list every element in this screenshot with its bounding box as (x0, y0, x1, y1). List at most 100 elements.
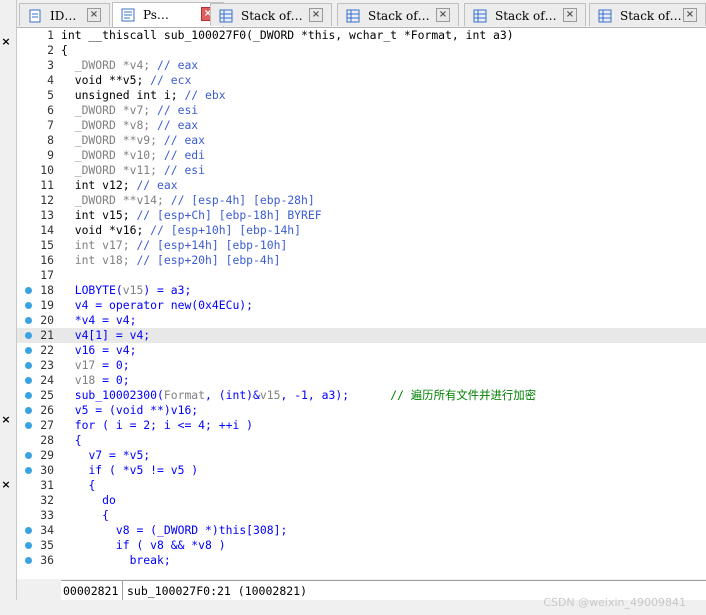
tab-close-icon[interactable]: × (87, 8, 101, 22)
line-number: 8 (47, 133, 54, 147)
code-line-36[interactable]: 36 break; (17, 553, 706, 568)
code-line-2[interactable]: 2{ (17, 43, 706, 58)
line-number: 22 (40, 343, 54, 357)
left-panel-close-icon-lower[interactable]: × (0, 479, 12, 491)
left-panel-close-icon[interactable]: × (0, 36, 12, 48)
code-text: v5 = (void **)v16; (74, 403, 199, 417)
code-text: _DWORD *v4; // eax (74, 58, 199, 72)
code-text: _DWORD *v8; // eax (74, 118, 199, 132)
code-line-5[interactable]: 5 unsigned int i; // ebx (17, 88, 706, 103)
tab-label: Stack of… (368, 9, 430, 23)
stack-icon (346, 8, 360, 23)
code-text: int v17; // [esp+14h] [ebp-10h] (74, 238, 288, 252)
code-text: { (74, 433, 82, 447)
code-line-14[interactable]: 14 void *v16; // [esp+10h] [ebp-14h] (17, 223, 706, 238)
code-line-16[interactable]: 16 int v18; // [esp+20h] [ebp-4h] (17, 253, 706, 268)
tab-close-icon[interactable]: × (563, 8, 577, 22)
code-line-8[interactable]: 8 _DWORD **v9; // eax (17, 133, 706, 148)
code-line-10[interactable]: 10 _DWORD *v11; // esi (17, 163, 706, 178)
line-number: 14 (40, 223, 54, 237)
status-separator (122, 581, 123, 601)
tab-4[interactable]: Stack of… × (337, 3, 459, 26)
line-number: 20 (40, 313, 54, 327)
code-text: v17 = 0; (74, 358, 130, 372)
tab-close-icon[interactable]: × (436, 8, 450, 22)
code-text: do (102, 493, 116, 507)
code-line-15[interactable]: 15 int v17; // [esp+14h] [ebp-10h] (17, 238, 706, 253)
code-line-12[interactable]: 12 _DWORD **v14; // [esp-4h] [ebp-28h] (17, 193, 706, 208)
line-number: 1 (47, 28, 54, 42)
code-line-9[interactable]: 9 _DWORD *v10; // edi (17, 148, 706, 163)
left-panel-close-icon-mid[interactable]: × (0, 414, 12, 426)
line-number: 11 (40, 178, 54, 192)
tab-3[interactable]: Stack of… × (210, 3, 332, 26)
line-number: 4 (47, 73, 54, 87)
code-line-24[interactable]: 24 v18 = 0; (17, 373, 706, 388)
stack-icon (219, 8, 233, 23)
code-line-1[interactable]: 1 int __thiscall sub_100027F0(_DWORD *thi… (17, 28, 706, 43)
code-line-27[interactable]: 27 for ( i = 2; i <= 4; ++i ) (17, 418, 706, 433)
line-number: 19 (40, 298, 54, 312)
code-line-32[interactable]: 32 do (17, 493, 706, 508)
line-number: 18 (40, 283, 54, 297)
code-text: v4 = operator new(0x4ECu); (74, 298, 254, 312)
line-number: 34 (40, 523, 54, 537)
stack-icon (598, 8, 612, 23)
tab-label: Ps… (143, 8, 169, 22)
code-text: void **v5; // ecx (74, 73, 192, 87)
code-line-26[interactable]: 26 v5 = (void **)v16; (17, 403, 706, 418)
tab-6[interactable]: Stack of… × (589, 3, 706, 26)
code-text: int __thiscall sub_100027F0(_DWORD *this… (61, 28, 514, 42)
code-text: sub_10002300(Format, (int)&v15, -1, a3);… (74, 388, 537, 402)
tab-label: Stack of… (620, 9, 682, 23)
line-number: 13 (40, 208, 54, 222)
line-number: 12 (40, 193, 54, 207)
line-number: 28 (40, 433, 54, 447)
line-number: 24 (40, 373, 54, 387)
code-line-3[interactable]: 3 _DWORD *v4; // eax (17, 58, 706, 73)
code-line-33[interactable]: 33 { (17, 508, 706, 523)
tab-1[interactable]: ID… × (19, 3, 110, 26)
line-number: 26 (40, 403, 54, 417)
code-line-25[interactable]: 25 sub_10002300(Format, (int)&v15, -1, a… (17, 388, 706, 403)
code-line-21[interactable]: 21 v4[1] = v4; (17, 328, 706, 343)
code-text: _DWORD **v9; // eax (74, 133, 206, 147)
code-line-22[interactable]: 22 v16 = v4; (17, 343, 706, 358)
code-line-6[interactable]: 6 _DWORD *v7; // esi (17, 103, 706, 118)
tab-2[interactable]: Ps… × (112, 2, 224, 27)
line-number: 9 (47, 148, 54, 162)
code-line-20[interactable]: 20 *v4 = v4; (17, 313, 706, 328)
code-line-31[interactable]: 31 { (17, 478, 706, 493)
line-number: 29 (40, 448, 54, 462)
line-number: 35 (40, 538, 54, 552)
code-line-17[interactable]: 17 (17, 268, 706, 283)
tab-close-icon[interactable]: × (683, 8, 697, 22)
code-text: unsigned int i; // ebx (74, 88, 226, 102)
pseudocode-editor[interactable]: 1 int __thiscall sub_100027F0(_DWORD *thi… (17, 28, 706, 579)
code-line-23[interactable]: 23 v17 = 0; (17, 358, 706, 373)
code-line-29[interactable]: 29 v7 = *v5; (17, 448, 706, 463)
code-line-28[interactable]: 28 { (17, 433, 706, 448)
code-line-11[interactable]: 11 int v12; // eax (17, 178, 706, 193)
code-text: v16 = v4; (74, 343, 137, 357)
tab-5[interactable]: Stack of… × (464, 3, 586, 26)
code-text: if ( v8 && *v8 ) (115, 538, 226, 552)
tab-close-icon[interactable]: × (309, 8, 323, 22)
watermark: CSDN @weixin_49009841 (543, 596, 686, 609)
line-number: 33 (40, 508, 54, 522)
code-line-7[interactable]: 7 _DWORD *v8; // eax (17, 118, 706, 133)
code-line-13[interactable]: 13 int v15; // [esp+Ch] [ebp-18h] BYREF (17, 208, 706, 223)
code-line-35[interactable]: 35 if ( v8 && *v8 ) (17, 538, 706, 553)
line-number: 5 (47, 88, 54, 102)
code-text: _DWORD **v14; // [esp-4h] [ebp-28h] (74, 193, 315, 207)
code-line-18[interactable]: 18 LOBYTE(v15) = a3; (17, 283, 706, 298)
code-line-34[interactable]: 34 v8 = (_DWORD *)this[308]; (17, 523, 706, 538)
code-line-30[interactable]: 30 if ( *v5 != v5 ) (17, 463, 706, 478)
code-line-19[interactable]: 19 v4 = operator new(0x4ECu); (17, 298, 706, 313)
code-text: { (102, 508, 110, 522)
code-text: v8 = (_DWORD *)this[308]; (115, 523, 288, 537)
code-line-4[interactable]: 4 void **v5; // ecx (17, 73, 706, 88)
line-number: 25 (40, 388, 54, 402)
code-text: int v18; // [esp+20h] [ebp-4h] (74, 253, 281, 267)
line-number: 16 (40, 253, 54, 267)
